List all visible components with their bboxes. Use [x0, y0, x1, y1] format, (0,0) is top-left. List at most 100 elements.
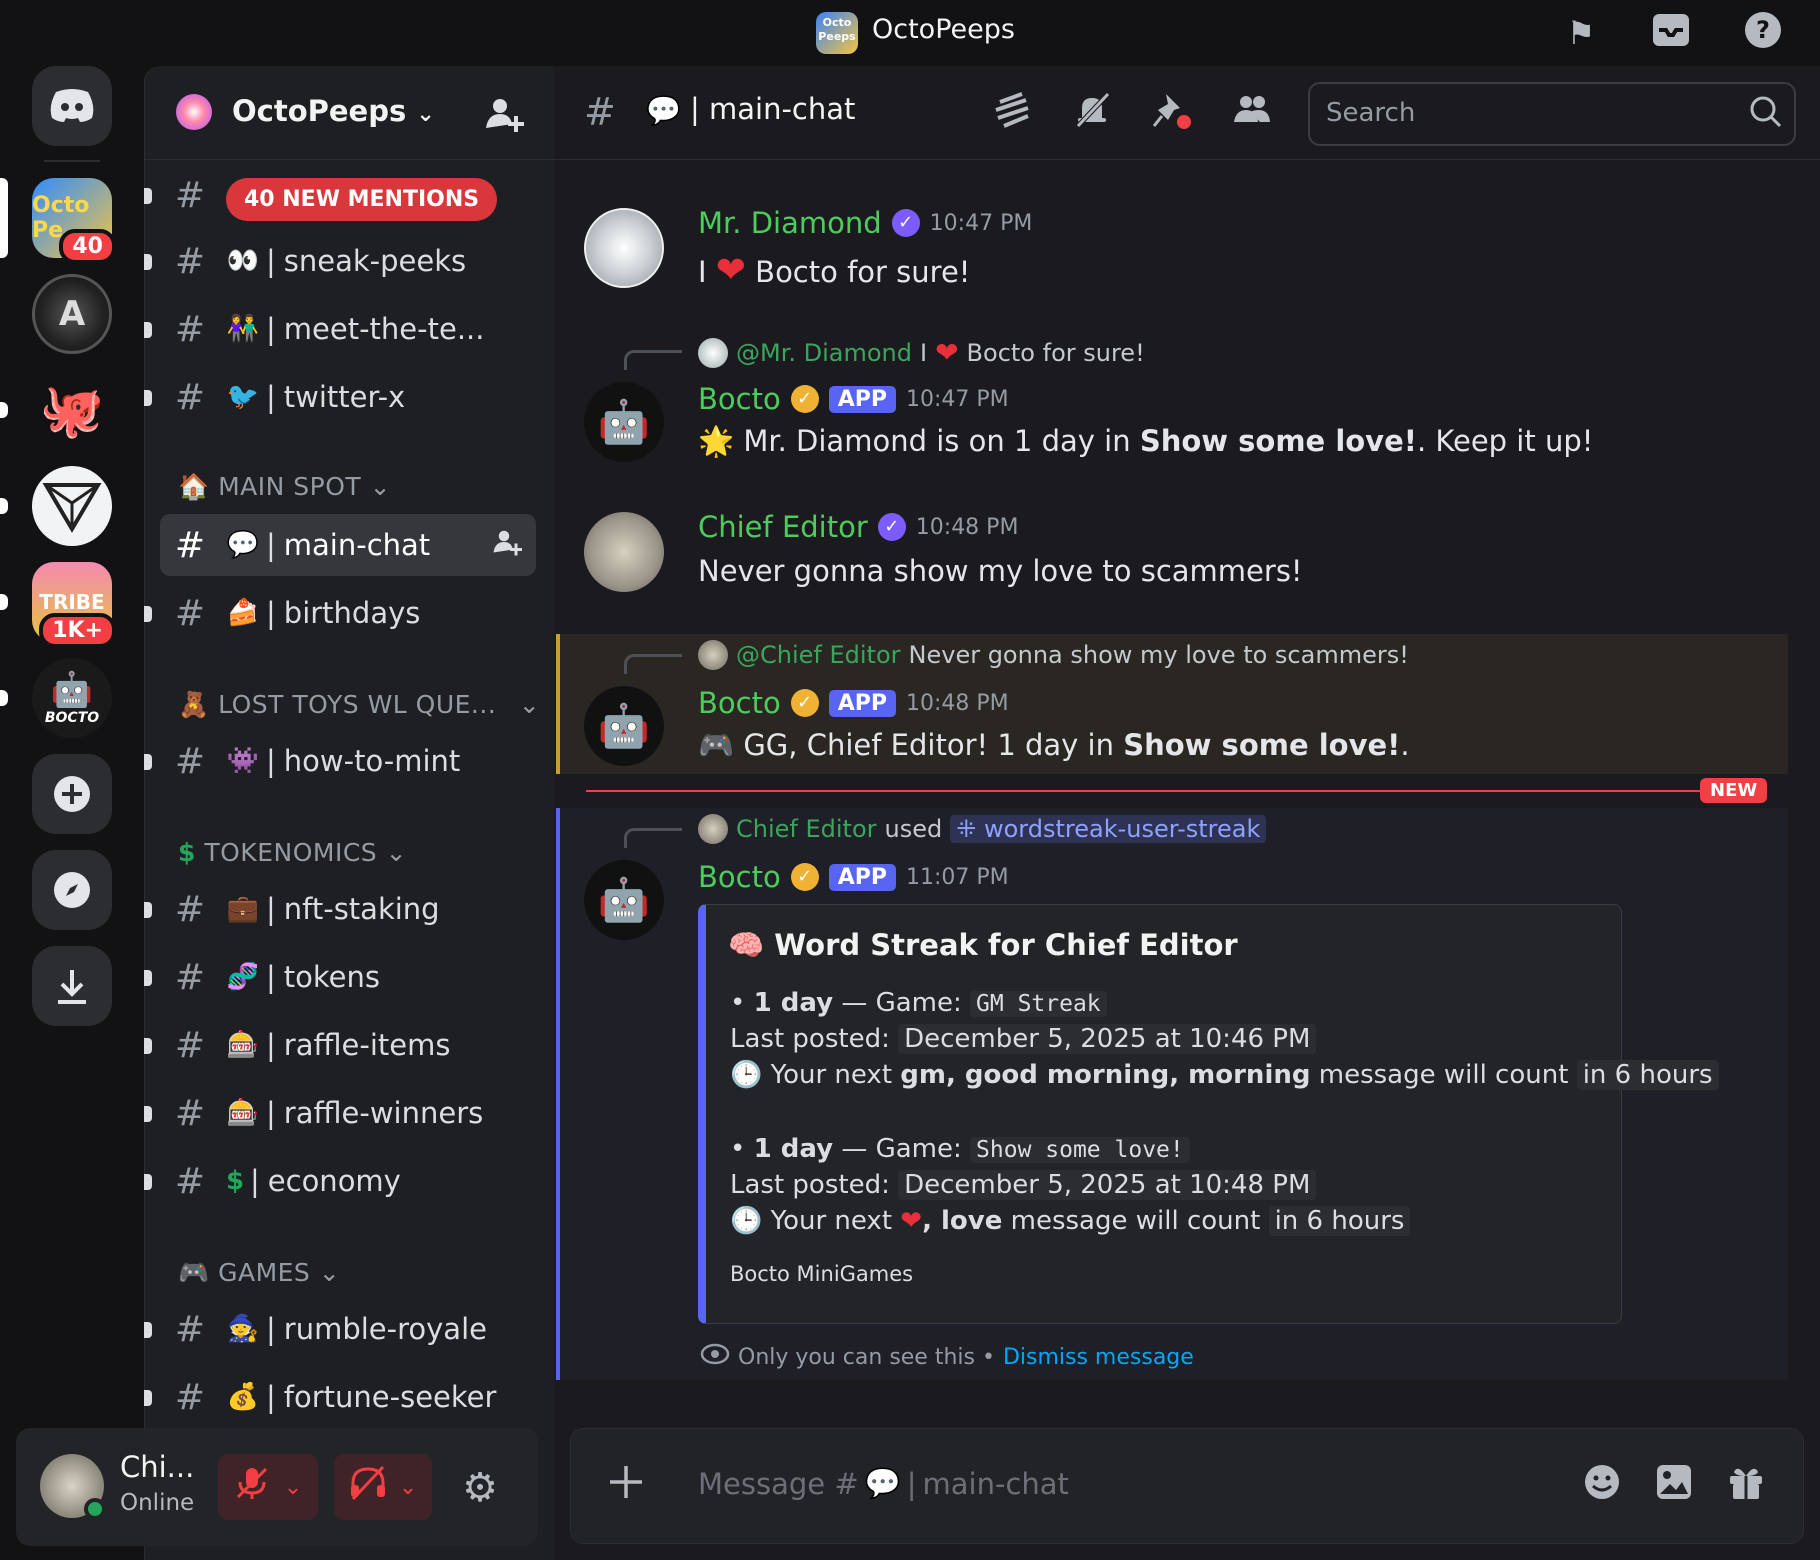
eye-icon: [700, 1342, 730, 1372]
channel-twitter-x[interactable]: # 🐦 | twitter-x: [160, 366, 536, 428]
category-games[interactable]: 🎮 GAMES ⌄: [178, 1258, 340, 1288]
username-mr-diamond[interactable]: Mr. Diamond: [698, 206, 882, 240]
user-name[interactable]: Chi...: [120, 1450, 194, 1484]
streak-game-name: Show some love!: [970, 1137, 1190, 1163]
channel-economy[interactable]: # $ | economy: [160, 1150, 536, 1212]
avatar-chief-editor[interactable]: [584, 512, 664, 592]
pinned-messages-icon[interactable]: [1148, 90, 1196, 138]
server-octo-miner[interactable]: 🐙: [32, 370, 112, 450]
couple-emoji-icon: 👫: [226, 314, 260, 344]
avatar-mr-diamond[interactable]: [584, 208, 664, 288]
verified-gold-badge-icon: ✓: [790, 689, 819, 717]
server-bocto[interactable]: 🤖 BOCTO: [32, 658, 112, 738]
bird-emoji-icon: 🐦: [226, 382, 260, 412]
add-server-button[interactable]: [32, 754, 112, 834]
category-lost-toys[interactable]: 🧸 LOST TOYS WL QUE... ⌄: [178, 690, 540, 720]
embed-streak-1: • 1 day — Game: GM Streak: [730, 988, 1107, 1018]
channel-raffle-winners[interactable]: # 🎰 | raffle-winners: [160, 1082, 536, 1144]
new-mentions-pill[interactable]: 40 NEW MENTIONS: [226, 178, 498, 221]
inbox-icon[interactable]: [1648, 10, 1694, 56]
help-icon[interactable]: ?: [1740, 10, 1786, 56]
channel-birthdays[interactable]: # 🍰 | birthdays: [160, 582, 536, 644]
member-list-icon[interactable]: [1228, 90, 1276, 138]
avatar-bocto[interactable]: 🤖: [584, 382, 664, 462]
channel-sneak-peeks[interactable]: # 👀 | sneak-peeks: [160, 230, 536, 292]
chevron-down-icon[interactable]: ⌄: [399, 1475, 417, 1500]
server-tribe[interactable]: TRIBE 1K+: [32, 562, 116, 648]
locked-hash-icon: #: [174, 740, 206, 782]
rail-divider: [44, 160, 100, 162]
server-name[interactable]: OctoPeeps ⌄: [232, 94, 435, 128]
money-bag-emoji-icon: 💰: [226, 1382, 260, 1412]
add-attachment-icon[interactable]: [602, 1462, 650, 1510]
username-bocto[interactable]: Bocto: [698, 860, 781, 894]
reply-preview[interactable]: @Chief Editor Never gonna show my love t…: [698, 640, 1409, 670]
search-box[interactable]: Search: [1308, 82, 1796, 146]
invite-people-icon[interactable]: [484, 94, 526, 136]
sticker-image-icon[interactable]: [1650, 1462, 1698, 1510]
message-input[interactable]: Message # 💬 | main-chat: [698, 1466, 1069, 1501]
username-bocto[interactable]: Bocto: [698, 382, 781, 416]
server-a[interactable]: A: [32, 274, 112, 354]
username-bocto[interactable]: Bocto: [698, 686, 781, 720]
reply-avatar: [698, 337, 728, 368]
download-button[interactable]: [32, 946, 112, 1026]
channel-tokens[interactable]: # 🧬 | tokens: [160, 946, 536, 1008]
notification-muted-icon[interactable]: [1068, 90, 1116, 138]
separator: |: [266, 744, 276, 778]
speech-bubble-emoji-icon: 💬: [226, 530, 260, 560]
separator: |: [266, 1028, 276, 1062]
unread-dot: [144, 1038, 152, 1054]
channel-main-chat-selected[interactable]: # 💬 | main-chat: [160, 514, 536, 576]
settings-gear-icon[interactable]: ⚙: [456, 1464, 504, 1512]
reply-preview[interactable]: @Mr. Diamond I ❤ Bocto for sure!: [698, 336, 1145, 369]
robot-icon: 🤖: [597, 397, 651, 446]
channel-how-to-mint[interactable]: # 👾 | how-to-mint: [160, 730, 536, 792]
message-header: Mr. Diamond ✓ 10:47 PM: [698, 206, 1032, 240]
threads-icon[interactable]: [988, 90, 1036, 138]
category-tokenomics[interactable]: $ TOKENOMICS ⌄: [178, 838, 407, 867]
explore-button[interactable]: [32, 850, 112, 930]
unread-dot: [144, 254, 152, 270]
reply-connector: [624, 828, 682, 848]
avatar-bocto[interactable]: 🤖: [584, 860, 664, 940]
separator: |: [266, 528, 276, 562]
emoji-picker-icon[interactable]: [1578, 1462, 1626, 1510]
text-part: .: [1400, 728, 1410, 762]
word-streak-embed: [698, 904, 1622, 1324]
cake-emoji-icon: 🍰: [226, 598, 260, 628]
speech-bubble-emoji-icon: 💬: [864, 1466, 901, 1500]
deafen-button[interactable]: ⌄: [334, 1454, 432, 1520]
server-octopeeps[interactable]: Octo Pe 40: [32, 178, 116, 264]
server-name-text: OctoPeeps: [232, 94, 407, 128]
avatar-bocto[interactable]: 🤖: [584, 686, 664, 766]
discord-home-button[interactable]: [32, 66, 112, 146]
dismiss-message-link[interactable]: Dismiss message: [1003, 1345, 1194, 1370]
channel-fortune-seeker[interactable]: # 💰 | fortune-seeker: [160, 1366, 536, 1428]
chevron-down-icon[interactable]: ⌄: [284, 1475, 302, 1500]
gift-icon[interactable]: [1722, 1462, 1770, 1510]
channel-raffle-items[interactable]: # 🎰 | raffle-items: [160, 1014, 536, 1076]
username-chief-editor[interactable]: Chief Editor: [698, 510, 868, 544]
server-triangle[interactable]: [32, 466, 112, 546]
mute-button[interactable]: ⌄: [218, 1454, 318, 1520]
create-invite-icon[interactable]: [492, 527, 522, 564]
message-text: Never gonna show my love to scammers!: [698, 554, 1303, 588]
chevron-down-icon: ⌄: [385, 838, 408, 867]
channel-rumble-royale[interactable]: # 🧙 | rumble-royale: [160, 1298, 536, 1360]
slash-command-chip[interactable]: ⁜ wordstreak-user-streak: [950, 815, 1267, 843]
next-keywords: , love: [922, 1206, 1003, 1236]
channel-meet-the-team[interactable]: # 👫 | meet-the-te...: [160, 298, 536, 360]
new-messages-divider: [586, 790, 1706, 792]
command-user[interactable]: Chief Editor: [736, 815, 877, 843]
channel-nft-staking[interactable]: # 💼 | nft-staking: [160, 878, 536, 940]
briefcase-emoji-icon: 💼: [226, 894, 260, 924]
category-main-spot[interactable]: 🏠 MAIN SPOT ⌄: [178, 472, 391, 502]
search-icon: [1748, 94, 1784, 134]
ephemeral-notice: Only you can see this • Dismiss message: [700, 1342, 1194, 1372]
eyes-emoji-icon: 👀: [226, 246, 260, 276]
flag-icon[interactable]: ⚑: [1558, 10, 1604, 56]
server-a-logo: A: [32, 274, 112, 354]
next-text: message will count: [1002, 1206, 1269, 1236]
unread-indicator: [0, 594, 8, 610]
